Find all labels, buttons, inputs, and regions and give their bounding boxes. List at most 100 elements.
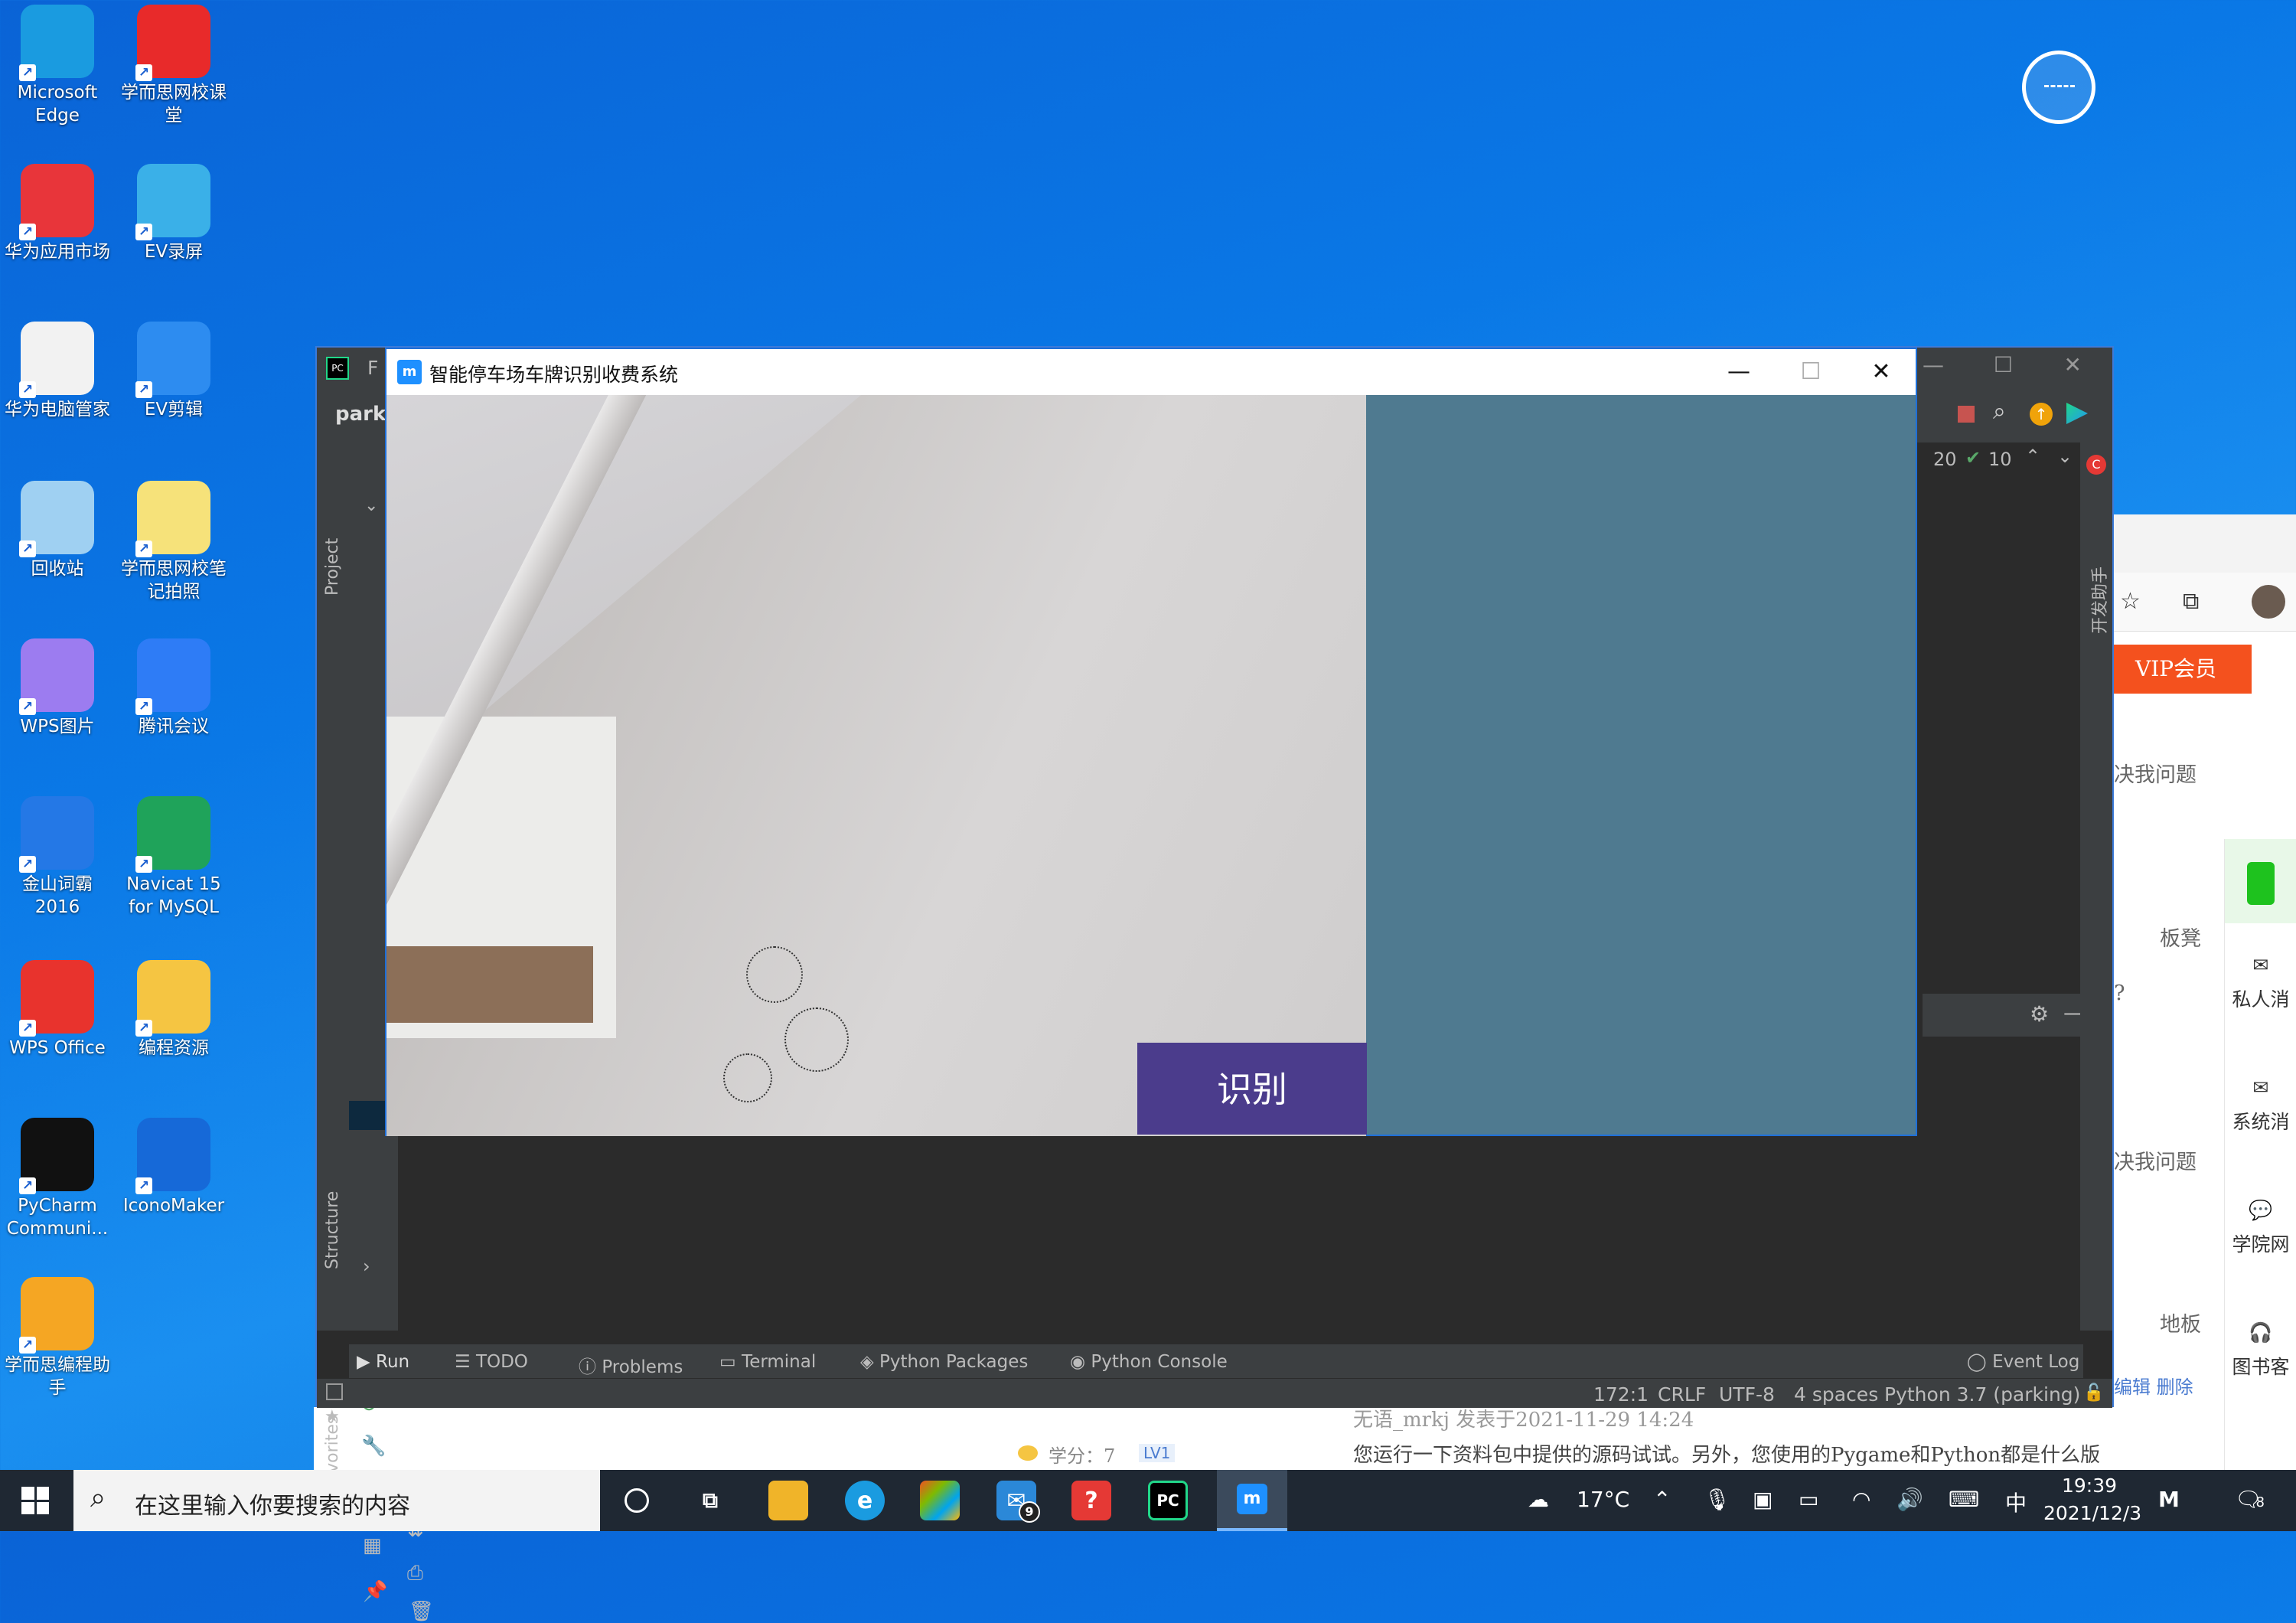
desktop-icon[interactable]: ↗ WPS图片 — [0, 638, 115, 738]
clock-time[interactable]: 19:39 — [2062, 1474, 2117, 1497]
side-item[interactable]: 系统消 — [2225, 1107, 2296, 1135]
ime-indicator[interactable]: 中 — [2005, 1487, 2027, 1517]
trash-icon[interactable]: 🗑 — [409, 1600, 434, 1623]
desktop-icon[interactable]: ↗ 华为应用市场 — [0, 164, 115, 263]
pin-icon[interactable]: 📌 — [363, 1580, 387, 1603]
microphone-icon[interactable]: 🎙 — [1704, 1487, 1731, 1512]
ide-maximize-button[interactable]: ☐ — [1994, 352, 2013, 377]
print-icon[interactable]: ⎙ — [407, 1562, 423, 1585]
desktop-icon[interactable]: ↗ WPS Office — [0, 960, 115, 1060]
side-item[interactable]: 图书客 — [2225, 1352, 2296, 1380]
headset-icon[interactable]: 🎧 — [2225, 1321, 2296, 1344]
plugin-icon[interactable] — [2066, 403, 2088, 424]
taskbar-search[interactable]: ⌕ 在这里输入你要搜索的内容 — [73, 1470, 600, 1531]
terminal-tab[interactable]: ▭ Terminal — [719, 1352, 816, 1372]
weather-temp[interactable]: 17°C — [1577, 1487, 1629, 1512]
python-packages-tab[interactable]: ◈ Python Packages — [860, 1352, 1028, 1372]
caret-position[interactable]: 172:1 — [1593, 1383, 1649, 1406]
display-icon[interactable]: ▣ — [1753, 1487, 1773, 1512]
wifi-icon[interactable]: ◠ — [1852, 1487, 1870, 1512]
collections-icon[interactable]: ⧉ — [2183, 588, 2199, 615]
store-icon[interactable] — [920, 1481, 960, 1520]
recognize-button[interactable]: 识别 — [1137, 1043, 1367, 1135]
desktop-icon[interactable]: ↗ 金山词霸 2016 — [0, 796, 115, 919]
ok-count[interactable]: 10 — [1988, 449, 2012, 470]
app-taskbar-icon[interactable]: m — [1217, 1470, 1287, 1531]
desktop-icon[interactable]: ↗ EV剪辑 — [116, 322, 231, 421]
chevron-down-icon[interactable]: ⌄ — [2057, 446, 2073, 467]
edge-taskbar-icon[interactable]: e — [845, 1481, 885, 1520]
ide-close-button[interactable]: ✕ — [2064, 352, 2082, 377]
indent-setting[interactable]: 4 spaces — [1794, 1383, 1878, 1406]
side-item[interactable]: 学院网 — [2225, 1229, 2296, 1257]
cortana-icon[interactable] — [617, 1481, 657, 1520]
help-icon[interactable]: ? — [1071, 1481, 1111, 1520]
side-item[interactable]: 私人消 — [2225, 985, 2296, 1012]
project-breadcrumb[interactable]: parki — [335, 403, 393, 426]
desktop-icon[interactable]: ↗ 编程资源 — [116, 960, 231, 1060]
assistant-logo-icon[interactable]: C — [2086, 455, 2106, 475]
python-console-tab[interactable]: ◉ Python Console — [1070, 1352, 1228, 1372]
desktop-icon[interactable]: ↗ 腾讯会议 — [116, 638, 231, 738]
mail-icon[interactable]: ✉ 9 — [996, 1481, 1040, 1523]
phone-icon[interactable] — [2225, 839, 2296, 923]
search-input[interactable]: 在这里输入你要搜索的内容 — [135, 1487, 410, 1520]
chevron-right-icon[interactable]: › — [363, 1256, 370, 1277]
stop-icon[interactable] — [1958, 406, 1975, 423]
desktop-icon[interactable]: ↗ 学而思网校笔记拍照 — [116, 481, 231, 603]
ide-menu-file[interactable]: F — [367, 357, 378, 379]
chevron-down-icon[interactable]: ⌄ — [364, 496, 378, 515]
desktop-icon[interactable]: ↗ 华为电脑管家 — [0, 322, 115, 421]
desktop-icon[interactable]: ↗ 学而思编程助手 — [0, 1277, 115, 1399]
battery-icon[interactable]: ▭ — [1799, 1487, 1818, 1512]
chat-icon[interactable]: 💬 — [2225, 1199, 2296, 1222]
ide-minimize-button[interactable]: — — [1923, 352, 1944, 377]
project-tab[interactable]: Project — [323, 538, 342, 596]
desktop-icon[interactable]: ↗ EV录屏 — [116, 164, 231, 263]
search-icon[interactable]: ⌕ — [1993, 398, 2006, 425]
maximize-button[interactable]: ☐ — [1775, 349, 1847, 395]
toggle-tool-windows-icon[interactable] — [326, 1383, 343, 1400]
file-encoding[interactable]: UTF-8 — [1719, 1383, 1775, 1406]
desktop-icon[interactable]: ↗ Microsoft Edge — [0, 5, 115, 127]
file-explorer-icon[interactable] — [768, 1481, 808, 1520]
todo-tab[interactable]: ☰ TODO — [455, 1352, 528, 1372]
chevron-up-icon[interactable]: ⌃ — [1653, 1487, 1671, 1512]
clock-date[interactable]: 2021/12/3 — [2043, 1502, 2141, 1524]
desktop-icon[interactable]: ↗ Navicat 15 for MySQL — [116, 796, 231, 919]
weather-icon[interactable]: ☁ — [1528, 1487, 1549, 1512]
start-button[interactable] — [21, 1487, 49, 1514]
layout-icon[interactable]: ▦ — [363, 1534, 382, 1557]
desktop-icon[interactable]: ↗ IconoMaker — [116, 1118, 231, 1217]
minimize-button[interactable]: — — [1703, 349, 1775, 395]
task-view-icon[interactable]: ⧉ — [690, 1481, 730, 1520]
message-icon[interactable]: ✉ — [2225, 954, 2296, 976]
close-button[interactable]: ✕ — [1845, 349, 1917, 395]
desktop-icon[interactable]: ↗ PyCharm Communi... — [0, 1118, 115, 1240]
favorites-icon[interactable]: ☆ — [2120, 588, 2141, 615]
gear-icon[interactable]: ⚙ — [2030, 1001, 2049, 1027]
chevron-up-icon[interactable]: ⌃ — [2025, 446, 2040, 467]
profile-avatar[interactable] — [2252, 585, 2285, 619]
volume-icon[interactable]: 🔊 — [1896, 1487, 1923, 1512]
keyboard-icon[interactable]: ⌨ — [1949, 1487, 1979, 1512]
line-separator[interactable]: CRLF — [1658, 1383, 1706, 1406]
floating-assistant-ball[interactable] — [2022, 51, 2095, 124]
desktop-icon[interactable]: ↗ 回收站 — [0, 481, 115, 580]
problems-tab[interactable]: ⓘ Problems — [579, 1352, 683, 1378]
vip-badge[interactable]: VIP会员 — [2114, 645, 2252, 694]
update-icon[interactable]: ↑ — [2030, 403, 2053, 426]
run-tab[interactable]: ▶ Run — [357, 1352, 409, 1372]
huawei-manager-tray-icon[interactable]: M — [2158, 1487, 2180, 1512]
desktop-icon[interactable]: ↗ 学而思网校课堂 — [116, 5, 231, 127]
event-log-tab[interactable]: ◯ Event Log — [1967, 1352, 2079, 1372]
notification-icon[interactable]: 🗨8 — [2235, 1487, 2265, 1512]
warning-count[interactable]: 20 — [1933, 449, 1957, 470]
python-interpreter[interactable]: Python 3.7 (parking) — [1884, 1383, 2080, 1406]
lock-icon[interactable]: 🔓 — [2083, 1383, 2104, 1403]
message-icon[interactable]: ✉ — [2225, 1076, 2296, 1099]
wrench-icon[interactable]: 🔧 — [361, 1435, 386, 1458]
pycharm-taskbar-icon[interactable]: PC — [1148, 1481, 1188, 1520]
structure-tab[interactable]: Structure — [323, 1191, 342, 1269]
assistant-tab[interactable]: 开发助手 — [2086, 567, 2111, 634]
